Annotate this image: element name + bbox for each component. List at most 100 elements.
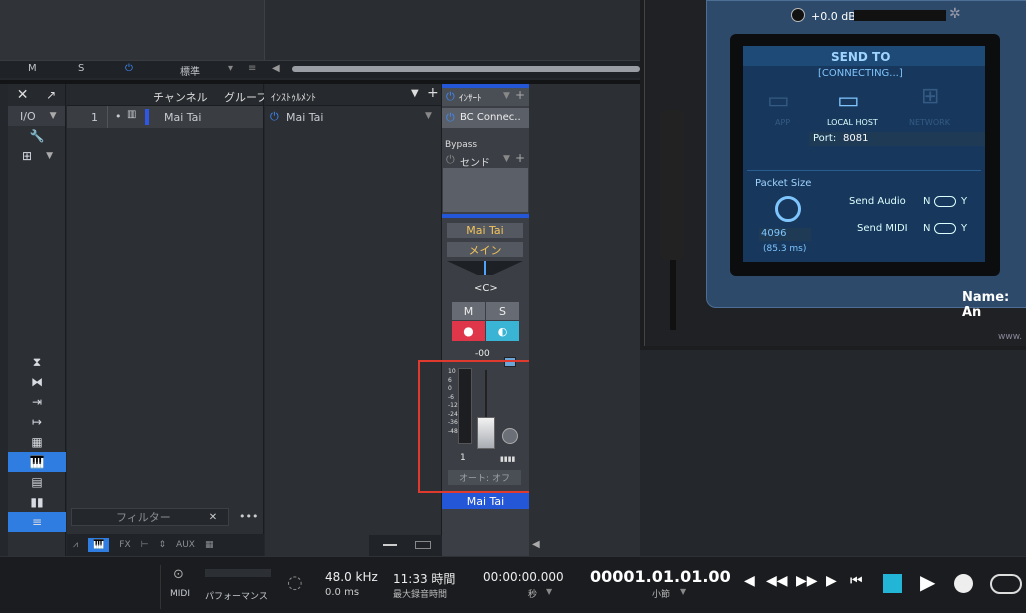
fast-forward-icon[interactable]: ▶▶ <box>796 573 818 589</box>
mute-button[interactable]: M <box>452 302 485 320</box>
vca-tab-icon[interactable]: ⇕ <box>158 540 166 550</box>
return-to-zero-icon[interactable]: ⏮ <box>850 573 863 589</box>
grid-icon[interactable]: ▦ <box>205 540 214 550</box>
port-value[interactable]: 8081 <box>843 133 868 144</box>
monitor-icon[interactable]: ⏻ <box>125 63 133 74</box>
dropdown-icon[interactable]: ▼ <box>411 88 419 99</box>
pan-value: <C> <box>474 283 498 294</box>
fold-vertical-icon[interactable]: ⧗ <box>20 352 54 372</box>
resize-bar <box>369 535 442 556</box>
instrument-view-icon[interactable]: 🎹 <box>8 452 66 472</box>
expand-icon[interactable]: ↗ <box>46 88 56 102</box>
more-button[interactable]: ••• <box>239 510 258 523</box>
mixer-empty-area: ◀ <box>529 84 640 556</box>
routing-icon[interactable]: ⊞ ▼ <box>22 146 56 166</box>
plugin-power-icon[interactable]: ⏻ <box>446 111 455 125</box>
close-icon[interactable]: ✕ <box>17 87 29 103</box>
record-button[interactable] <box>954 574 973 593</box>
stop-button[interactable] <box>883 574 902 593</box>
menu-lines-icon[interactable]: ≡ <box>248 63 256 74</box>
insert-power-icon[interactable]: ⏻ <box>446 90 455 104</box>
send-power-icon[interactable]: ⏻ <box>446 153 455 167</box>
insert-add-icon[interactable]: + <box>515 88 525 102</box>
instrument-header-label: ｲﾝｽﾄｩﾙﾒﾝﾄ <box>271 93 316 104</box>
output-icon[interactable]: ↦ <box>20 412 54 432</box>
insert-header: ⏻ ｲﾝｻｰﾄ ▼ + <box>442 88 529 106</box>
visible-dot-icon[interactable]: • <box>115 110 122 123</box>
restore-icon[interactable] <box>415 541 431 549</box>
bus-icon[interactable]: ▦ <box>20 432 54 452</box>
stack-icon[interactable]: ▤ <box>20 472 54 492</box>
bars-display[interactable]: 00001.01.01.00 <box>590 567 731 586</box>
previous-marker-icon[interactable]: ◀ <box>744 573 755 589</box>
send-slot[interactable] <box>443 168 528 212</box>
scroll-left-icon[interactable]: ◀ <box>272 63 280 74</box>
scroll-left-icon[interactable]: ◀ <box>532 539 540 550</box>
preset-dropdown-icon[interactable]: ▾ <box>228 63 233 74</box>
local-host-icon[interactable]: ▭ <box>837 86 860 114</box>
loop-icon[interactable] <box>990 574 1022 594</box>
sample-rate[interactable]: 48.0 kHz <box>325 570 378 584</box>
record-arm-button[interactable]: ● <box>452 321 485 341</box>
solo-all-button[interactable]: S <box>78 63 84 74</box>
table-row[interactable]: 1 • ▥ Mai Tai <box>67 106 263 128</box>
bars-unit[interactable]: 小節 <box>652 587 670 600</box>
mute-all-button[interactable]: M <box>28 63 37 74</box>
packet-ms: (85.3 ms) <box>763 244 807 254</box>
play-icon[interactable]: ▶ <box>920 570 935 594</box>
instrument-row[interactable]: ⏻ Mai Tai ▼ <box>265 106 441 128</box>
transport-bar: ⊙ MIDI パフォーマンス ◌ 48.0 kHz 0.0 ms 11:33 時… <box>0 556 1026 613</box>
monitor-button[interactable]: ◐ <box>486 321 519 341</box>
send-audio-label: Send Audio <box>849 196 906 207</box>
divider <box>107 106 108 128</box>
group-column-header[interactable]: グループ <box>224 89 264 105</box>
gain-meter <box>854 10 946 21</box>
time-unit[interactable]: 秒 <box>528 587 537 600</box>
bars-unit-dropdown-icon[interactable]: ▼ <box>680 587 686 596</box>
list-view-icon[interactable]: ≡ <box>8 512 66 532</box>
divider <box>160 565 161 609</box>
minimize-icon[interactable] <box>383 544 397 546</box>
waveform-icon[interactable]: ⩘ <box>73 540 78 550</box>
solo-button[interactable]: S <box>486 302 519 320</box>
output-select[interactable]: メイン <box>447 242 523 257</box>
midi-port-icon[interactable]: ⊙ <box>173 567 184 582</box>
port-label: Port: <box>813 133 837 144</box>
instrument-name: Mai Tai <box>286 111 324 124</box>
gain-knob[interactable] <box>791 8 805 22</box>
filter-input[interactable]: フィルター ✕ <box>71 508 229 526</box>
power-icon[interactable]: ⏻ <box>270 110 279 124</box>
fold-horizontal-icon[interactable]: ⧓ <box>20 372 54 392</box>
io-label: I/O <box>20 109 36 123</box>
fx-tab[interactable]: FX <box>119 540 130 550</box>
y-label: Y <box>961 196 968 207</box>
input-icon[interactable]: ⇥ <box>20 392 54 412</box>
instrument-tab-icon[interactable]: 🎹 <box>88 538 110 552</box>
insert-slot[interactable]: ⏻ BC Connec.. <box>442 108 529 128</box>
cable <box>670 260 676 330</box>
send-midi-toggle[interactable] <box>934 223 956 234</box>
time-display[interactable]: 00:00:00.000 <box>483 570 564 584</box>
bus-tab-icon[interactable]: ⊢ <box>141 540 149 550</box>
wrench-icon[interactable]: 🔧 <box>20 126 54 146</box>
send-add-icon[interactable]: + <box>515 151 525 165</box>
add-icon[interactable]: + <box>427 85 439 101</box>
meter-icon[interactable]: ▮▮ <box>20 492 54 512</box>
io-button[interactable]: I/O ▼ <box>8 106 65 126</box>
channel-column-header[interactable]: チャンネル <box>153 89 208 105</box>
send-dropdown-icon[interactable]: ▼ <box>503 154 510 164</box>
rewind-icon[interactable]: ◀◀ <box>766 573 788 589</box>
preset-select[interactable]: 標準 <box>180 63 200 78</box>
instrument-dropdown-icon[interactable]: ▼ <box>425 111 432 121</box>
clear-icon[interactable]: ✕ <box>209 512 217 523</box>
channel-name-button[interactable]: Mai Tai <box>447 223 523 238</box>
horizontal-scrollbar[interactable] <box>292 66 640 72</box>
app-icon[interactable]: ▭ <box>767 86 790 114</box>
send-audio-toggle[interactable] <box>934 196 956 207</box>
packet-size-knob[interactable] <box>775 196 801 222</box>
network-icon[interactable]: ⊞ <box>921 84 939 109</box>
aux-tab[interactable]: AUX <box>176 540 195 550</box>
time-unit-dropdown-icon[interactable]: ▼ <box>546 587 552 596</box>
next-marker-icon[interactable]: ▶ <box>826 573 837 589</box>
insert-dropdown-icon[interactable]: ▼ <box>503 91 510 101</box>
